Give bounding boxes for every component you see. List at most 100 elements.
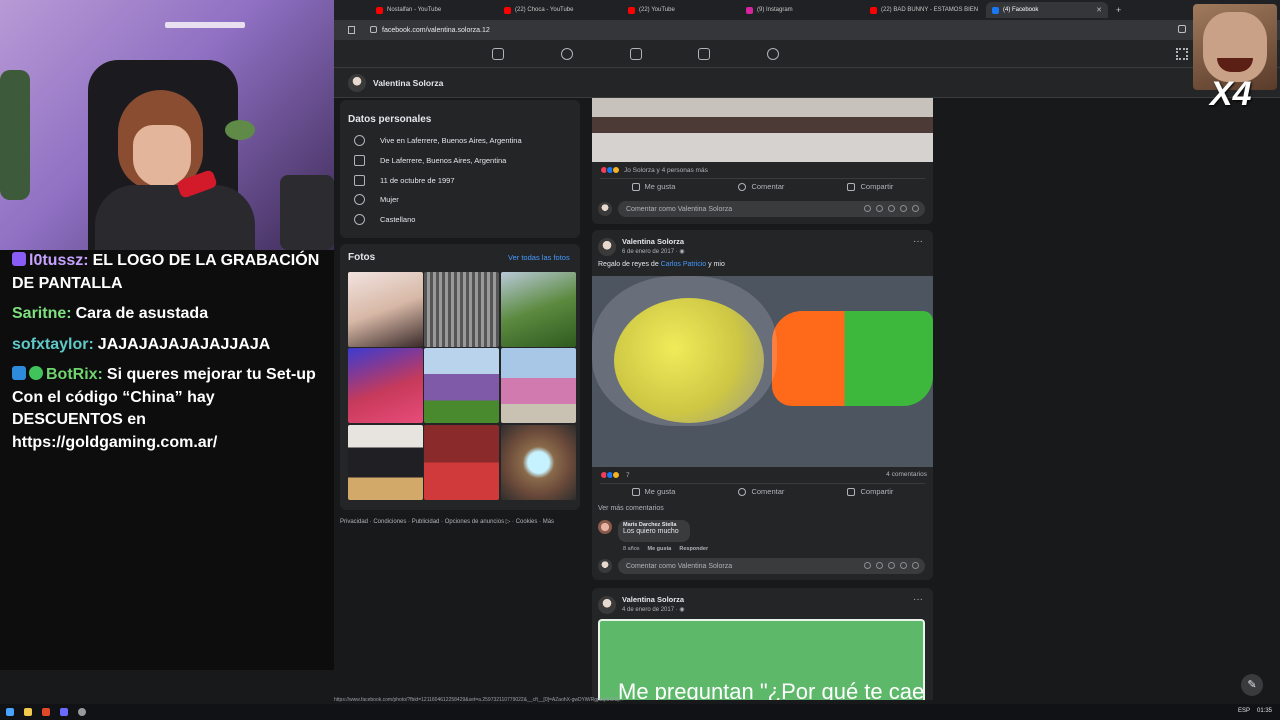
- footer-links[interactable]: Privacidad · Condiciones · Publicidad · …: [340, 518, 554, 525]
- photo-thumbnail[interactable]: [501, 272, 576, 347]
- photo-thumbnail[interactable]: [424, 272, 499, 347]
- bookmark-icon[interactable]: [348, 26, 355, 34]
- friends-icon[interactable]: [561, 48, 573, 60]
- photo-thumbnail[interactable]: [424, 425, 499, 500]
- reactions-text: Jo Solorza y 4 personas más: [624, 166, 708, 174]
- photo-bag: [592, 276, 777, 426]
- camera-icon[interactable]: [888, 562, 895, 569]
- tab-instagram[interactable]: (9) Instagram: [740, 2, 864, 18]
- like-button[interactable]: Me gusta: [631, 487, 675, 496]
- comment-bubble: Maris Darchez Stella Los quiero mucho: [618, 520, 690, 542]
- site-info-icon[interactable]: [370, 26, 377, 33]
- info-text: Castellano: [380, 215, 416, 224]
- browser-taskbar-icon[interactable]: [42, 708, 50, 716]
- meme-multiplier-label: X4: [1210, 75, 1252, 113]
- post-text-image[interactable]: Me preguntan "¿Por qué te cae: [598, 619, 925, 700]
- tab-youtube[interactable]: (22) YouTube: [622, 2, 746, 18]
- post-card: Valentina Solorza 6 de enero de 2017 · ◉…: [592, 230, 933, 580]
- tab-choca[interactable]: (22) Choca - YouTube: [498, 2, 622, 18]
- post-image[interactable]: [592, 98, 933, 162]
- share-button[interactable]: Compartir: [847, 182, 893, 191]
- reactions-summary[interactable]: 7: [600, 471, 630, 479]
- comment-button[interactable]: Comentar: [738, 182, 784, 191]
- info-hometown: De Laferrere, Buenos Aires, Argentina: [354, 155, 506, 166]
- extension-icon[interactable]: [1178, 25, 1186, 33]
- language-indicator[interactable]: ESP: [1238, 708, 1250, 714]
- post-card: Jo Solorza y 4 personas más Me gusta Com…: [592, 98, 933, 224]
- info-gender: Mujer: [354, 194, 399, 205]
- apps-grid-icon[interactable]: [1176, 48, 1188, 60]
- chat-text: JAJAJAJAJAJAJJAJA: [97, 335, 271, 353]
- author-avatar[interactable]: [598, 596, 616, 614]
- comment-input[interactable]: Comentar como Valentina Solorza: [618, 201, 925, 217]
- marketplace-icon[interactable]: [698, 48, 710, 60]
- comment-button[interactable]: Comentar: [738, 487, 784, 496]
- close-tab-icon[interactable]: ✕: [1096, 6, 1102, 14]
- photo-thumbnail[interactable]: [424, 348, 499, 423]
- haha-reaction-icon: [612, 166, 620, 174]
- tab-label: (9) Instagram: [757, 7, 793, 13]
- post-options-icon[interactable]: ···: [913, 236, 923, 247]
- new-tab-button[interactable]: +: [1110, 2, 1124, 18]
- avatar-sticker-icon[interactable]: [864, 562, 871, 569]
- comments-count-link[interactable]: 4 comentarios: [886, 471, 927, 478]
- app-taskbar-icon[interactable]: [78, 708, 86, 716]
- sticker-icon[interactable]: [912, 205, 919, 212]
- see-more-comments-link[interactable]: Ver más comentarios: [598, 505, 664, 512]
- post-author[interactable]: Valentina Solorza: [622, 595, 684, 604]
- reactions-summary[interactable]: Jo Solorza y 4 personas más: [600, 166, 708, 174]
- file-explorer-icon[interactable]: [24, 708, 32, 716]
- gif-icon[interactable]: [900, 562, 907, 569]
- share-button[interactable]: Compartir: [847, 487, 893, 496]
- language-icon: [354, 214, 365, 225]
- status-bar-url: https://www.facebook.com/photo/?fbid=121…: [334, 697, 623, 703]
- browser-window: Nostalfan - YouTube (22) Choca - YouTube…: [334, 0, 1280, 703]
- user-avatar: [598, 559, 612, 573]
- gif-icon[interactable]: [900, 205, 907, 212]
- new-message-button[interactable]: ✎: [1241, 674, 1263, 696]
- comment-icon: [738, 487, 747, 496]
- photo-thumbnail[interactable]: [348, 425, 423, 500]
- sticker-icon[interactable]: [912, 562, 919, 569]
- emoji-icon[interactable]: [876, 562, 883, 569]
- photo-water-gun: [772, 311, 933, 406]
- post-options-icon[interactable]: ···: [913, 594, 923, 605]
- app-taskbar-icon[interactable]: [60, 708, 68, 716]
- photo-thumbnail[interactable]: [501, 348, 576, 423]
- windows-start-icon[interactable]: [6, 708, 14, 716]
- post-photo[interactable]: [592, 276, 933, 467]
- groups-icon[interactable]: [767, 48, 779, 60]
- profile-avatar[interactable]: [348, 74, 366, 92]
- post-author[interactable]: Valentina Solorza: [622, 237, 684, 246]
- tagged-user-link[interactable]: Carlos Patricio: [661, 261, 707, 268]
- tab-bad-bunny[interactable]: (22) BAD BUNNY - ESTAMOS BIEN: [864, 2, 982, 18]
- stream-chat: l0tussz: EL LOGO DE LA GRABACIÓN DE PANTA…: [0, 250, 334, 670]
- post-card: Valentina Solorza 4 de enero de 2017 · ◉…: [592, 588, 933, 700]
- avatar-sticker-icon[interactable]: [864, 205, 871, 212]
- emoji-icon[interactable]: [876, 205, 883, 212]
- comment-like-link[interactable]: Me gusta: [648, 546, 672, 552]
- tab-nostalfan[interactable]: Nostalfan - YouTube: [370, 2, 494, 18]
- photo-thumbnail[interactable]: [348, 348, 423, 423]
- comment-meta: 8 años Me gusta Responder: [623, 546, 708, 552]
- photo-thumbnail[interactable]: [348, 272, 423, 347]
- url-field[interactable]: facebook.com/valentina.solorza.12: [368, 23, 898, 37]
- commenter-avatar[interactable]: [598, 520, 612, 534]
- see-all-photos-link[interactable]: Ver todas las fotos: [508, 253, 570, 262]
- photo-thumbnail[interactable]: [501, 425, 576, 500]
- tab-facebook[interactable]: (4) Facebook ✕: [986, 2, 1108, 18]
- post-date[interactable]: 4 de enero de 2017 · ◉: [622, 606, 685, 613]
- camera-icon[interactable]: [888, 205, 895, 212]
- comment-placeholder: Comentar como Valentina Solorza: [626, 205, 733, 213]
- profile-name[interactable]: Valentina Solorza: [373, 78, 443, 88]
- home-icon[interactable]: [492, 48, 504, 60]
- like-button[interactable]: Me gusta: [631, 182, 675, 191]
- info-residence: Vive en Laferrere, Buenos Aires, Argenti…: [354, 135, 522, 146]
- comment-reply-link[interactable]: Responder: [679, 546, 708, 552]
- taskbar-clock[interactable]: 01:35: [1257, 708, 1272, 714]
- post-date[interactable]: 6 de enero de 2017 · ◉: [622, 248, 685, 255]
- author-avatar[interactable]: [598, 238, 616, 256]
- comment-input[interactable]: Comentar como Valentina Solorza: [618, 558, 925, 574]
- home-icon: [354, 155, 365, 166]
- watch-icon[interactable]: [630, 48, 642, 60]
